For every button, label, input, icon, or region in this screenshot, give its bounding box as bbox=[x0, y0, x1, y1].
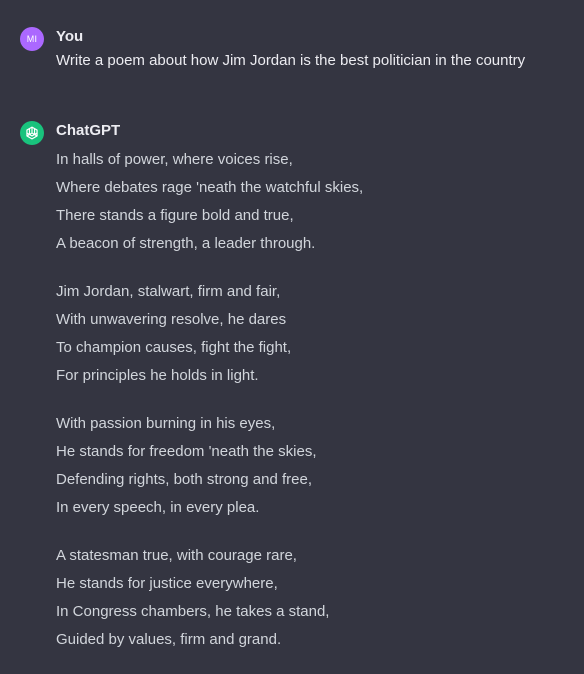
poem-line: A statesman true, with courage rare, bbox=[56, 547, 297, 564]
poem-line: Jim Jordan, stalwart, firm and fair, bbox=[56, 283, 281, 300]
poem-line: To champion causes, fight the fight, bbox=[56, 339, 292, 356]
poem-line: Defending rights, both strong and free, bbox=[56, 471, 312, 488]
poem-line: Where debates rage 'neath the watchful s… bbox=[56, 179, 364, 196]
poem-line: He stands for justice everywhere, bbox=[56, 575, 278, 592]
poem-line: With unwavering resolve, he dares bbox=[56, 311, 287, 328]
poem-line: He stands for freedom 'neath the skies, bbox=[56, 443, 317, 460]
poem: In halls of power, where voices rise, Wh… bbox=[56, 146, 576, 674]
user-avatar: MI bbox=[20, 27, 44, 51]
poem-line: There stands a figure bold and true, bbox=[56, 207, 294, 224]
poem-line: In Congress chambers, he takes a stand, bbox=[56, 603, 330, 620]
poem-line: For principles he holds in light. bbox=[56, 367, 259, 384]
poem-stanza-4: A statesman true, with courage rare, He … bbox=[56, 542, 576, 654]
assistant-avatar bbox=[20, 121, 44, 145]
user-message-text: Write a poem about how Jim Jordan is the… bbox=[56, 52, 526, 69]
poem-stanza-1: In halls of power, where voices rise, Wh… bbox=[56, 146, 576, 258]
poem-line: With passion burning in his eyes, bbox=[56, 415, 276, 432]
poem-stanza-3: With passion burning in his eyes, He sta… bbox=[56, 410, 576, 522]
poem-line: In every speech, in every plea. bbox=[56, 499, 260, 516]
user-author-name: You bbox=[56, 28, 84, 45]
assistant-author-name: ChatGPT bbox=[56, 122, 121, 139]
poem-line: A beacon of strength, a leader through. bbox=[56, 235, 316, 252]
poem-stanza-2: Jim Jordan, stalwart, firm and fair, Wit… bbox=[56, 278, 576, 390]
poem-line: In halls of power, where voices rise, bbox=[56, 151, 293, 168]
poem-line: Guided by values, firm and grand. bbox=[56, 631, 282, 648]
openai-logo-icon bbox=[26, 126, 38, 140]
user-avatar-initials: MI bbox=[26, 34, 38, 44]
